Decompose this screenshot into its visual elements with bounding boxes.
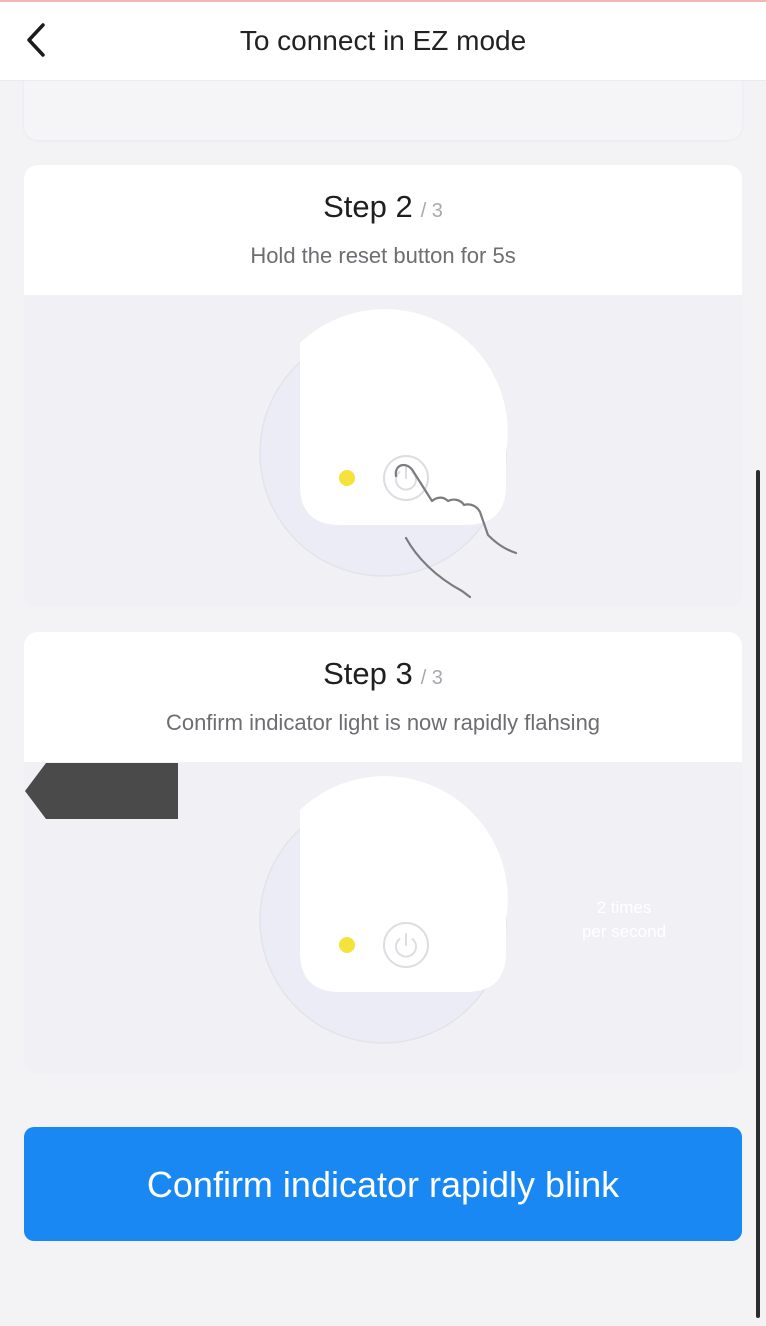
blink-rate-badge [25, 763, 178, 819]
blink-rate-line-1: 2 times [596, 898, 652, 917]
chevron-left-icon [27, 23, 45, 57]
blink-rate-label: 2 times per second [564, 896, 684, 944]
device-face [300, 309, 508, 525]
back-button[interactable] [14, 18, 58, 62]
step-2-total: / 3 [420, 200, 443, 222]
indicator-light [339, 937, 355, 953]
step-3-description: Confirm indicator light is now rapidly f… [165, 710, 601, 735]
device-face [300, 776, 508, 992]
step-3-card: Step 3 / 3 Confirm indicator light is now… [24, 632, 742, 1074]
step-2-illustration [24, 295, 742, 607]
ez-mode-screen: To connect in EZ mode Step 2 / 3 Hold the… [0, 0, 766, 1326]
step-3-title: Step 3 [323, 656, 413, 691]
nav-header: To connect in EZ mode [0, 0, 766, 81]
page-title: To connect in EZ mode [239, 25, 527, 56]
step-3-total: / 3 [420, 667, 443, 689]
confirm-indicator-button[interactable]: Confirm indicator rapidly blink [24, 1127, 742, 1241]
step-3-heading: Step 3 / 3 [24, 656, 742, 692]
step-2-description: Hold the reset button for 5s [250, 243, 516, 268]
device-illustration [259, 776, 508, 1044]
step-3-illustration: 2 times per second [24, 762, 742, 1074]
scrollbar[interactable] [756, 470, 760, 1318]
step-2-card: Step 2 / 3 Hold the reset button for 5s [24, 165, 742, 607]
step-2-title: Step 2 [323, 189, 413, 224]
device-illustration [259, 309, 518, 599]
status-accent-line [0, 0, 766, 2]
step-2-header: Step 2 / 3 Hold the reset button for 5s [24, 165, 742, 295]
indicator-light [339, 470, 355, 486]
blink-rate-line-2: per second [581, 922, 667, 941]
step-2-heading: Step 2 / 3 [24, 189, 742, 225]
step-3-header: Step 3 / 3 Confirm indicator light is now… [24, 632, 742, 762]
